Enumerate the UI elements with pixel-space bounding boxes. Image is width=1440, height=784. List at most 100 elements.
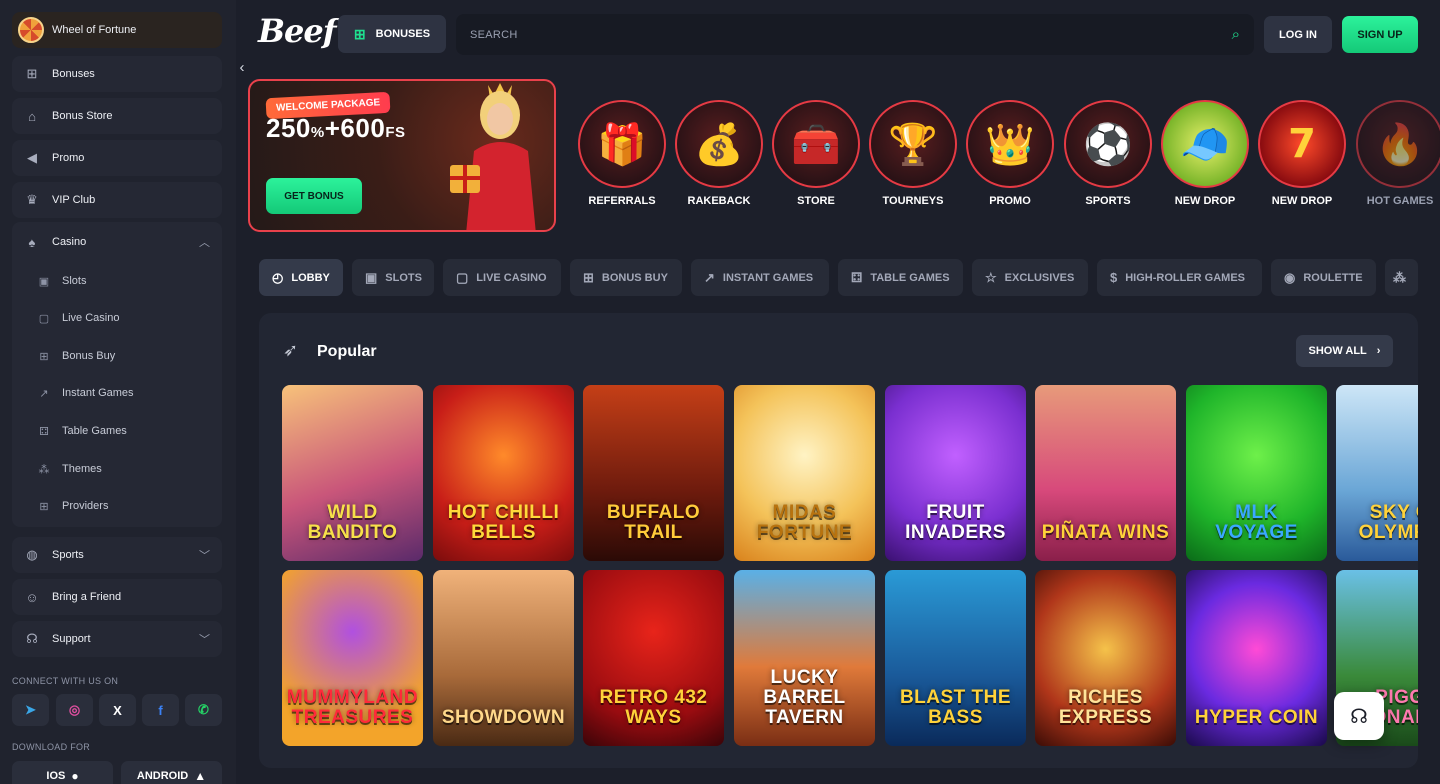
tab-roulette[interactable]: ◉ ROULETTE — [1271, 259, 1376, 296]
support-chat-button[interactable]: ☊ — [1334, 692, 1384, 740]
show-all-label: SHOW ALL — [1308, 345, 1367, 357]
sidebar-item-slots[interactable]: ▣ Slots — [12, 266, 222, 296]
game-title: MIDAS FORTUNE — [756, 502, 853, 544]
game-tile[interactable]: RICHES EXPRESS — [1035, 570, 1176, 746]
game-tile[interactable]: WILD BANDITO — [282, 385, 423, 561]
download-ios-button[interactable]: IOS ● — [12, 761, 113, 784]
welcome-banner[interactable]: WELCOME PACKAGE 250%+600FS GET BONUS — [248, 79, 556, 232]
sidebar-item-live-casino[interactable]: ▢ Live Casino — [12, 303, 222, 333]
slot-icon: ▣ — [365, 269, 378, 285]
game-tile[interactable]: SKY OF OLYMPUS — [1336, 385, 1418, 561]
connect-label: CONNECT WITH US ON — [12, 676, 119, 686]
sidebar-item-bonus-buy[interactable]: ⊞ Bonus Buy — [12, 341, 222, 371]
category-referrals[interactable]: 🎁 REFERRALS — [578, 100, 666, 207]
download-label: DOWNLOAD FOR — [12, 742, 91, 752]
tab-lobby[interactable]: ◴ LOBBY — [259, 259, 343, 296]
login-button[interactable]: LOG IN — [1264, 16, 1332, 53]
category-promo[interactable]: 👑 PROMO — [966, 100, 1054, 207]
game-tile[interactable]: MLK VOYAGE — [1186, 385, 1327, 561]
headset-icon: ☊ — [1350, 705, 1368, 728]
chevron-down-icon: ﹀ — [199, 634, 210, 646]
sidebar-item-bring-a-friend[interactable]: ☺ Bring a Friend — [12, 579, 222, 615]
sidebar-item-bonuses[interactable]: ⊞ Bonuses — [12, 56, 222, 92]
headset-icon: ☊ — [26, 631, 38, 646]
game-title: MLK VOYAGE — [1215, 502, 1298, 544]
whatsapp-icon[interactable]: ✆ — [185, 694, 222, 726]
category-new-drop-1[interactable]: 🧢 NEW DROP — [1161, 100, 1249, 207]
category-new-drop-2[interactable]: 7 NEW DROP — [1258, 100, 1346, 207]
sidebar-item-table-games[interactable]: ⚃ Table Games — [12, 416, 222, 446]
download-android-button[interactable]: ANDROID ▲ — [121, 761, 222, 784]
game-tile[interactable]: HYPER COIN — [1186, 570, 1327, 746]
bonuses-button[interactable]: ⊞ BONUSES — [338, 15, 446, 53]
tab-high-roller-games[interactable]: $ HIGH-ROLLER GAMES — [1097, 259, 1262, 296]
sidebar-item-themes[interactable]: ⁂ Themes — [12, 454, 222, 484]
instagram-icon[interactable]: ◎ — [56, 694, 93, 726]
game-title: BLAST THE BASS — [899, 687, 1012, 729]
show-all-button[interactable]: SHOW ALL › — [1296, 335, 1393, 367]
tab-themes[interactable]: ⁂ — [1385, 259, 1418, 296]
sidebar-item-bonus-store[interactable]: ⌂ Bonus Store — [12, 98, 222, 134]
store-icon: 🧰 — [772, 100, 860, 188]
section-title: Popular — [317, 343, 377, 360]
x-icon[interactable]: X — [99, 694, 136, 726]
user-plus-icon: ☺ — [25, 589, 39, 605]
gift-icon: ⊞ — [26, 66, 38, 81]
tab-exclusives[interactable]: ☆ EXCLUSIVES — [972, 259, 1088, 296]
category-sports[interactable]: ⚽ SPORTS — [1064, 100, 1152, 207]
facebook-icon[interactable]: f — [142, 694, 179, 726]
sidebar-item-instant-games[interactable]: ↗ Instant Games — [12, 378, 222, 408]
tab-instant-games[interactable]: ↗ INSTANT GAMES — [691, 259, 829, 296]
game-tile[interactable]: RETRO 432 WAYS — [583, 570, 724, 746]
category-label: RAKEBACK — [687, 195, 751, 207]
cards-icon: ♠ — [28, 234, 36, 250]
category-store[interactable]: 🧰 STORE — [772, 100, 860, 207]
category-hot-games[interactable]: 🔥 HOT GAMES — [1356, 100, 1440, 207]
wheel-icon — [18, 17, 44, 43]
telegram-icon[interactable]: ➤ — [12, 694, 49, 726]
tab-live-casino[interactable]: ▢ LIVE CASINO — [443, 259, 561, 296]
signup-button[interactable]: SIGN UP — [1342, 16, 1418, 53]
sidebar-item-wheel-of-fortune[interactable]: Wheel of Fortune — [12, 12, 222, 48]
game-title: WILD BANDITO — [307, 502, 398, 544]
game-tile[interactable]: FRUIT INVADERS — [885, 385, 1026, 561]
ball-icon: ◍ — [26, 547, 38, 562]
game-tile[interactable]: SHOWDOWN — [433, 570, 574, 746]
search-input[interactable] — [470, 28, 1232, 41]
sidebar-item-casino[interactable]: ♠ Casino ︿ — [12, 224, 222, 260]
category-rakeback[interactable]: 💰 RAKEBACK — [675, 100, 763, 207]
game-tile[interactable]: BUFFALO TRAIL — [583, 385, 724, 561]
tab-bonus-buy[interactable]: ⊞ BONUS BUY — [570, 259, 682, 296]
category-label: PROMO — [989, 195, 1031, 207]
rakeback-icon: 💰 — [675, 100, 763, 188]
game-title: Hot Chilli Bells — [447, 502, 560, 544]
sidebar-item-support[interactable]: ☊ Support ﹀ — [12, 621, 222, 657]
sidebar-item-providers[interactable]: ⊞ Providers — [12, 491, 222, 521]
sidebar-collapse-button[interactable]: ‹ — [232, 56, 252, 78]
slot-icon: ▣ — [38, 275, 50, 288]
chevron-right-icon: › — [1376, 345, 1381, 357]
sidebar-item-promo[interactable]: ◀ Promo — [12, 140, 222, 176]
game-tile[interactable]: LUCKY BARREL TAVERN — [734, 570, 875, 746]
tab-slots[interactable]: ▣ SLOTS — [352, 259, 434, 296]
sidebar-item-label: Bonus Buy — [62, 350, 116, 362]
game-tile[interactable]: MIDAS FORTUNE — [734, 385, 875, 561]
game-tile[interactable]: Hot Chilli Bells — [433, 385, 574, 561]
category-label: REFERRALS — [588, 195, 656, 207]
game-tile[interactable]: BLAST THE BASS — [885, 570, 1026, 746]
popular-section: ➶ Popular SHOW ALL › WILD BANDITO Hot Chi… — [259, 313, 1418, 768]
sidebar-item-vip-club[interactable]: ♛ VIP Club — [12, 182, 222, 218]
chart-icon: ↗ — [704, 269, 715, 285]
get-bonus-button[interactable]: GET BONUS — [266, 178, 362, 214]
search-icon[interactable]: ⌕ — [1232, 26, 1240, 43]
game-tile[interactable]: Piñata WINS — [1035, 385, 1176, 561]
game-tile[interactable]: MUMMYLAND TREASURES — [282, 570, 423, 746]
chevron-down-icon: ﹀ — [199, 550, 210, 562]
sidebar-item-sports[interactable]: ◍ Sports ﹀ — [12, 537, 222, 573]
category-tourneys[interactable]: 🏆 TOURNEYS — [869, 100, 957, 207]
brand-logo[interactable]: Beef — [258, 12, 337, 50]
dice-icon: ⚃ — [851, 269, 863, 285]
tab-table-games[interactable]: ⚃ TABLE GAMES — [838, 259, 963, 296]
bonuses-label: BONUSES — [375, 28, 431, 40]
download-android-label: ANDROID — [136, 770, 189, 782]
